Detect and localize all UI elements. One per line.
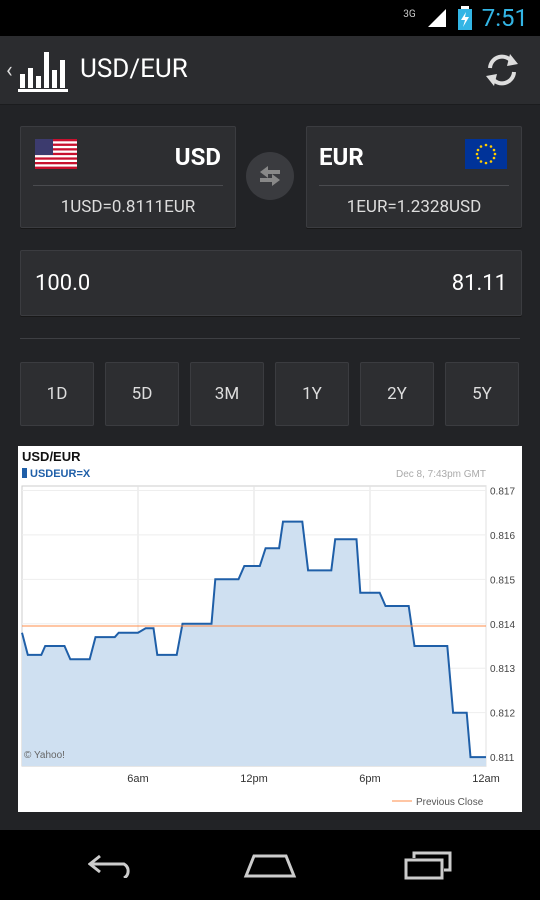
range-1y-button[interactable]: 1Y — [275, 362, 349, 426]
to-rate: 1EUR=1.2328USD — [346, 197, 482, 217]
amount-field[interactable]: 100.0 81.11 — [20, 250, 522, 316]
to-currency-card[interactable]: EUR 1EUR=1.2328USD — [306, 126, 522, 228]
y-tick-label: 0.811 — [490, 753, 515, 764]
battery-icon — [457, 6, 472, 30]
legend-previous-close: Previous Close — [416, 797, 484, 808]
divider — [33, 185, 223, 186]
y-tick-label: 0.814 — [490, 620, 515, 631]
range-3m-button[interactable]: 3M — [190, 362, 264, 426]
x-tick-label: 6am — [127, 773, 148, 785]
recent-apps-icon[interactable] — [404, 850, 454, 880]
y-tick-label: 0.815 — [490, 575, 515, 586]
eu-flag-icon — [465, 139, 507, 169]
signal-icon — [427, 9, 446, 27]
chart-title: USD/EUR — [22, 449, 81, 464]
divider — [319, 185, 509, 186]
yahoo-credit: © Yahoo! — [24, 750, 65, 761]
clock: 7:51 — [481, 4, 528, 32]
page-title: USD/EUR — [80, 54, 188, 84]
x-tick-label: 6pm — [359, 773, 380, 785]
swap-arrows-icon[interactable] — [246, 152, 294, 200]
y-tick-label: 0.816 — [490, 531, 515, 542]
series-marker — [22, 468, 27, 478]
y-tick-label: 0.817 — [490, 486, 515, 497]
chart-timestamp: Dec 8, 7:43pm GMT — [396, 469, 486, 480]
range-2y-button[interactable]: 2Y — [360, 362, 434, 426]
status-bar: 3G 7:51 — [0, 0, 540, 36]
to-currency-code: EUR — [319, 143, 364, 171]
back-icon[interactable] — [88, 852, 136, 878]
navigation-bar — [0, 830, 540, 900]
home-icon[interactable] — [242, 852, 298, 878]
x-tick-label: 12am — [472, 773, 500, 785]
x-tick-label: 12pm — [240, 773, 268, 785]
back-chevron-icon[interactable]: ‹ — [6, 58, 13, 83]
action-bar: ‹ USD/EUR — [0, 36, 540, 105]
range-5y-button[interactable]: 5Y — [445, 362, 519, 426]
chart-svg: USD/EUR USDEUR=X Dec 8, 7:43pm GMT 6am 12… — [21, 449, 515, 808]
range-5d-button[interactable]: 5D — [105, 362, 179, 426]
from-rate: 1USD=0.8111EUR — [60, 197, 196, 217]
rate-chart: USD/EUR USDEUR=X Dec 8, 7:43pm GMT 6am 12… — [18, 446, 522, 812]
y-tick-label: 0.812 — [490, 709, 515, 720]
app-chart-icon[interactable] — [16, 46, 72, 94]
series-label: USDEUR=X — [30, 468, 91, 480]
y-tick-label: 0.813 — [490, 664, 515, 675]
converted-amount: 81.11 — [451, 271, 507, 296]
from-currency-card[interactable]: USD 1USD=0.8111EUR — [20, 126, 236, 228]
refresh-icon[interactable] — [482, 50, 522, 90]
network-label: 3G — [403, 8, 416, 20]
from-currency-code: USD — [174, 143, 221, 171]
section-divider — [20, 338, 520, 339]
range-1d-button[interactable]: 1D — [20, 362, 94, 426]
us-flag-icon — [35, 139, 77, 169]
amount-input[interactable]: 100.0 — [35, 271, 90, 296]
